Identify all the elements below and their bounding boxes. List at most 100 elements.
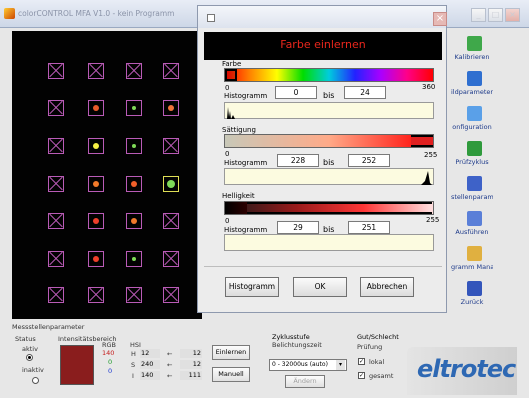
measure-cell[interactable] <box>126 213 142 229</box>
toolbar-label: Zurück <box>460 298 484 306</box>
measure-cell[interactable] <box>48 100 64 116</box>
panel-title: Messstellenparameter <box>12 323 85 331</box>
measure-cell[interactable] <box>48 287 64 303</box>
measure-cell[interactable] <box>126 287 142 303</box>
lokal-label: lokal <box>369 358 385 366</box>
toolbar-zurueck[interactable]: Zurück <box>455 281 491 311</box>
chevron-down-icon: ▾ <box>336 360 345 370</box>
cycle-icon <box>467 141 482 156</box>
exposure-select[interactable]: 0 - 32000us (auto) ▾ <box>269 359 347 371</box>
toolbar-label: onfiguration <box>452 123 492 131</box>
measure-cell[interactable] <box>163 213 179 229</box>
helligkeit-range-selection[interactable] <box>247 202 432 214</box>
saettigung-from-input[interactable]: 228 <box>277 154 319 167</box>
measure-cell[interactable] <box>126 251 142 267</box>
saettigung-hist-label: Histogramm <box>224 159 268 167</box>
zyklus-title: Zyklusstufe <box>272 333 310 341</box>
hsi-i-value: 140 <box>140 371 160 380</box>
measure-cell[interactable] <box>48 63 64 79</box>
toolbar-label: ildparameter <box>451 88 493 96</box>
rgb-g-value: 0 <box>108 358 113 366</box>
measure-cell[interactable] <box>163 138 179 154</box>
program-manager-icon <box>467 246 482 261</box>
hsi-title: HSI <box>130 341 141 349</box>
einlernen-button[interactable]: Einlernen <box>212 345 250 360</box>
farbe-range-selection[interactable] <box>225 69 237 81</box>
measure-cell[interactable] <box>48 138 64 154</box>
measure-cell[interactable] <box>88 63 104 79</box>
status-inaktiv-radio[interactable] <box>32 377 39 384</box>
measure-cell[interactable] <box>48 176 64 192</box>
aendern-button[interactable]: Ändern <box>285 375 325 388</box>
hsi-s-value2: 12 <box>180 360 202 369</box>
manuell-button[interactable]: Manuell <box>212 367 250 382</box>
gut-schlecht-title: Gut/Schlecht <box>357 333 399 341</box>
gesamt-label: gesamt <box>369 372 394 380</box>
helligkeit-from-input[interactable]: 29 <box>277 221 319 234</box>
measure-cell[interactable] <box>163 251 179 267</box>
measure-cell[interactable] <box>126 176 142 192</box>
gesamt-checkbox[interactable]: ✓ <box>358 372 365 379</box>
camera-view[interactable] <box>12 31 202 319</box>
logo-text: eltrotec <box>417 355 516 383</box>
helligkeit-label: Helligkeit <box>222 192 255 200</box>
arrow-left-icon: ← <box>167 372 173 380</box>
measure-cell[interactable] <box>88 100 104 116</box>
lokal-checkbox[interactable]: ✓ <box>358 358 365 365</box>
measure-cell[interactable] <box>48 251 64 267</box>
saettigung-range-selection[interactable] <box>411 135 433 147</box>
toolbar-konfiguration[interactable]: onfiguration <box>452 106 492 136</box>
measure-cell[interactable] <box>88 138 104 154</box>
hsi-s-value: 240 <box>140 360 160 369</box>
measure-cell[interactable] <box>88 213 104 229</box>
farbe-to-input[interactable]: 24 <box>344 86 386 99</box>
measure-cell[interactable] <box>163 287 179 303</box>
measure-cell[interactable] <box>48 213 64 229</box>
saettigung-bis-label: bis <box>323 158 335 167</box>
divider <box>204 266 442 267</box>
window-title: colorCONTROL MFA V1.0 - kein Programm <box>18 9 175 18</box>
measure-cell[interactable] <box>126 138 142 154</box>
saettigung-range-bar[interactable] <box>224 134 434 148</box>
measure-cell-selected[interactable] <box>163 176 179 192</box>
measure-cell[interactable] <box>126 100 142 116</box>
measure-params-icon <box>467 176 482 191</box>
helligkeit-to-input[interactable]: 251 <box>348 221 390 234</box>
close-button[interactable]: × <box>505 8 520 22</box>
ok-button[interactable]: OK <box>293 277 347 297</box>
maximize-button[interactable]: □ <box>488 8 503 22</box>
helligkeit-scale-min: 0 <box>225 217 230 225</box>
measure-cell[interactable] <box>126 63 142 79</box>
zyklus-sub: Belichtungszeit <box>272 341 322 349</box>
toolbar-programm-manager[interactable]: gramm Manager <box>451 246 493 276</box>
rgb-title: RGB <box>102 341 117 349</box>
toolbar-messstellenparameter[interactable]: stellenparameter <box>451 176 493 206</box>
toolbar-kalibrieren[interactable]: Kalibrieren <box>455 36 491 66</box>
helligkeit-range-bar[interactable] <box>224 201 434 215</box>
helligkeit-bis-label: bis <box>323 225 335 234</box>
toolbar-label: stellenparameter <box>451 193 493 201</box>
status-inaktiv-label: inaktiv <box>22 366 44 374</box>
toolbar-pruefzyklus[interactable]: Prüfzyklus <box>455 141 491 171</box>
measure-cell[interactable] <box>88 176 104 192</box>
measure-cell[interactable] <box>163 100 179 116</box>
toolbar-ausfuehren[interactable]: Ausführen <box>455 211 491 241</box>
dialog-close-button[interactable]: × <box>433 12 447 26</box>
minimize-button[interactable]: _ <box>471 8 486 22</box>
measure-cell[interactable] <box>88 287 104 303</box>
toolbar-bildparameter[interactable]: ildparameter <box>451 71 493 101</box>
status-aktiv-label: aktiv <box>22 345 38 353</box>
arrow-left-icon: ← <box>167 361 173 369</box>
measure-cell[interactable] <box>88 251 104 267</box>
saettigung-to-input[interactable]: 252 <box>348 154 390 167</box>
farbe-from-input[interactable]: 0 <box>275 86 317 99</box>
farbe-label: Farbe <box>222 60 242 68</box>
arrow-left-icon: ← <box>167 350 173 358</box>
dialog-title-bar: × <box>198 6 447 28</box>
histogramm-button[interactable]: Histogramm <box>225 277 279 297</box>
toolbar-label: Ausführen <box>455 228 489 236</box>
measure-cell[interactable] <box>163 63 179 79</box>
status-aktiv-radio[interactable] <box>26 354 33 361</box>
abbrechen-button[interactable]: Abbrechen <box>360 277 414 297</box>
farbe-range-bar[interactable] <box>224 68 434 82</box>
